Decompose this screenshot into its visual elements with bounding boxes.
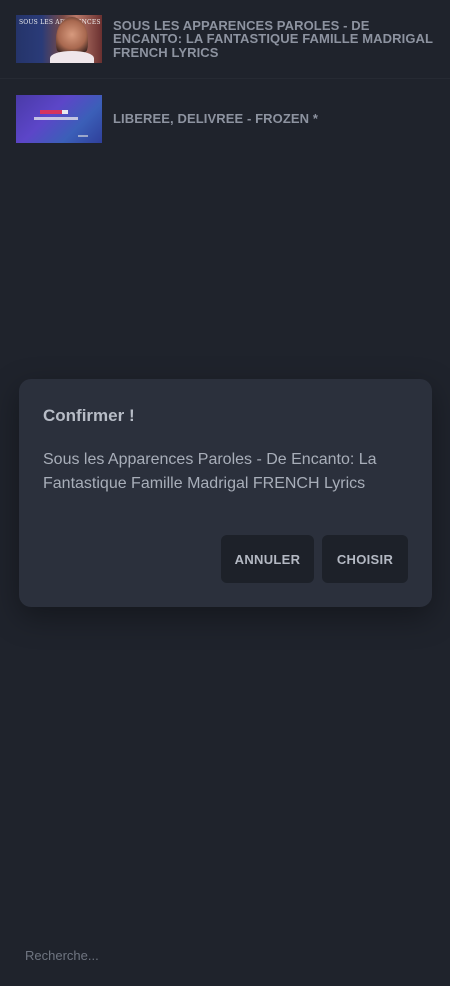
choose-button[interactable]: CHOISIR [322, 535, 408, 583]
search-bar [0, 930, 450, 986]
dialog-actions: ANNULER CHOISIR [221, 535, 408, 583]
dialog-title: Confirmer ! [43, 406, 135, 425]
search-input[interactable] [25, 945, 425, 965]
dialog-message: Sous les Apparences Paroles - De Encanto… [43, 451, 377, 492]
cancel-button[interactable]: ANNULER [221, 535, 314, 583]
screen: SOUS LES APPARENCES SOUS LES APPARENCES … [0, 0, 450, 986]
confirm-dialog: Confirmer ! Sous les Apparences Paroles … [19, 379, 432, 607]
